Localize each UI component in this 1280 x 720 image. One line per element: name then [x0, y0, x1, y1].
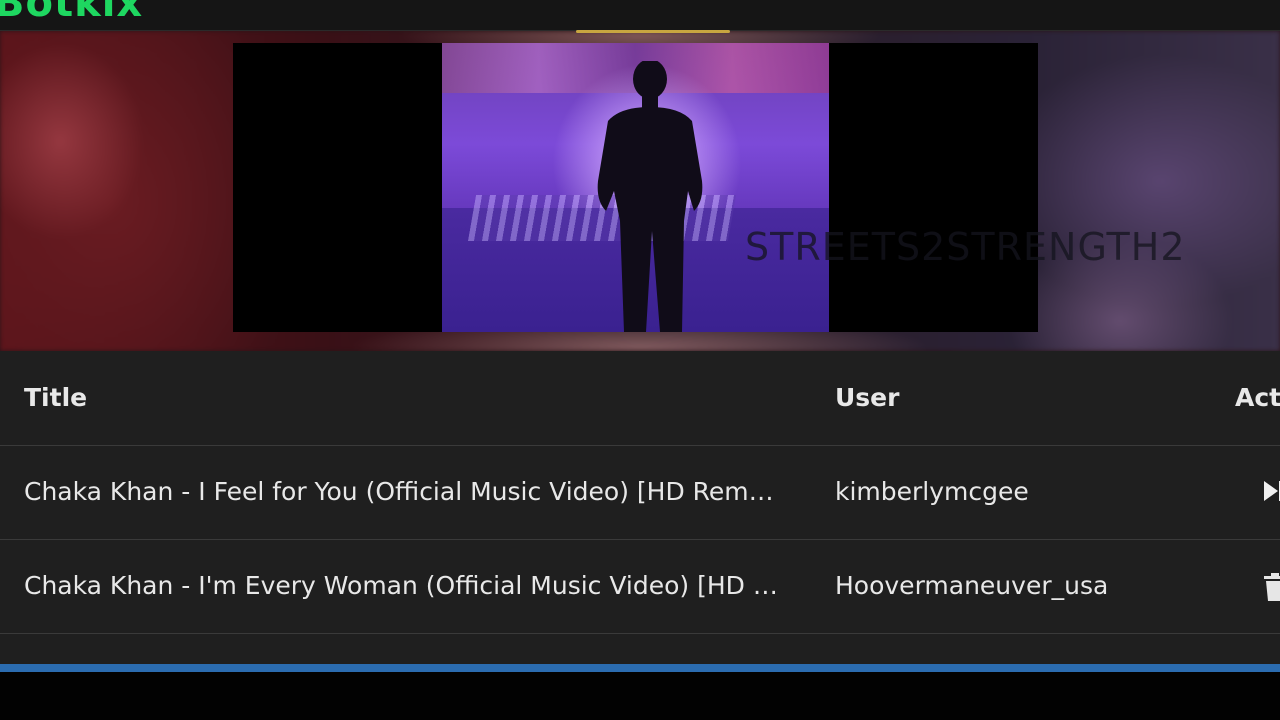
table-header: Title User Acti	[0, 351, 1280, 446]
column-header-actions: Acti	[1235, 383, 1280, 412]
row-title: Chaka Khan - I Feel for You (Official Mu…	[24, 477, 784, 506]
row-title: Chaka Khan - I'm Every Woman (Official M…	[24, 571, 784, 600]
row-user: Hoovermaneuver_usa	[835, 571, 1109, 600]
queue-table: Title User Acti Chaka Khan - I Feel for …	[0, 351, 1280, 664]
table-row[interactable]: Chaka Khan - I Feel for You (Official Mu…	[0, 445, 1280, 540]
video-watermark: STREETS2STRENGTH2	[745, 225, 1186, 269]
player-banner: STREETS2STRENGTH2	[0, 31, 1280, 351]
playback-progress-fill	[0, 664, 1280, 672]
video-frame	[442, 43, 829, 332]
table-row[interactable]: Chaka Khan - I'm Every Woman (Official M…	[0, 539, 1280, 634]
app-logo[interactable]: Botkix	[0, 0, 143, 26]
performer-silhouette	[597, 61, 703, 332]
column-header-title[interactable]: Title	[24, 351, 784, 445]
video-player[interactable]: STREETS2STRENGTH2	[233, 43, 1185, 332]
app-window: Botkix STREETS2STRENGTH2 Title User Act …	[0, 0, 1280, 720]
playback-progress-bar[interactable]	[0, 664, 1280, 672]
row-user: kimberlymcgee	[835, 477, 1029, 506]
trash-icon[interactable]	[1262, 572, 1280, 602]
column-header-user[interactable]: User	[835, 351, 1215, 445]
bottom-area	[0, 672, 1280, 720]
top-bar: Botkix	[0, 0, 1280, 31]
active-tab-indicator	[576, 30, 730, 33]
play-next-icon[interactable]	[1262, 478, 1280, 504]
